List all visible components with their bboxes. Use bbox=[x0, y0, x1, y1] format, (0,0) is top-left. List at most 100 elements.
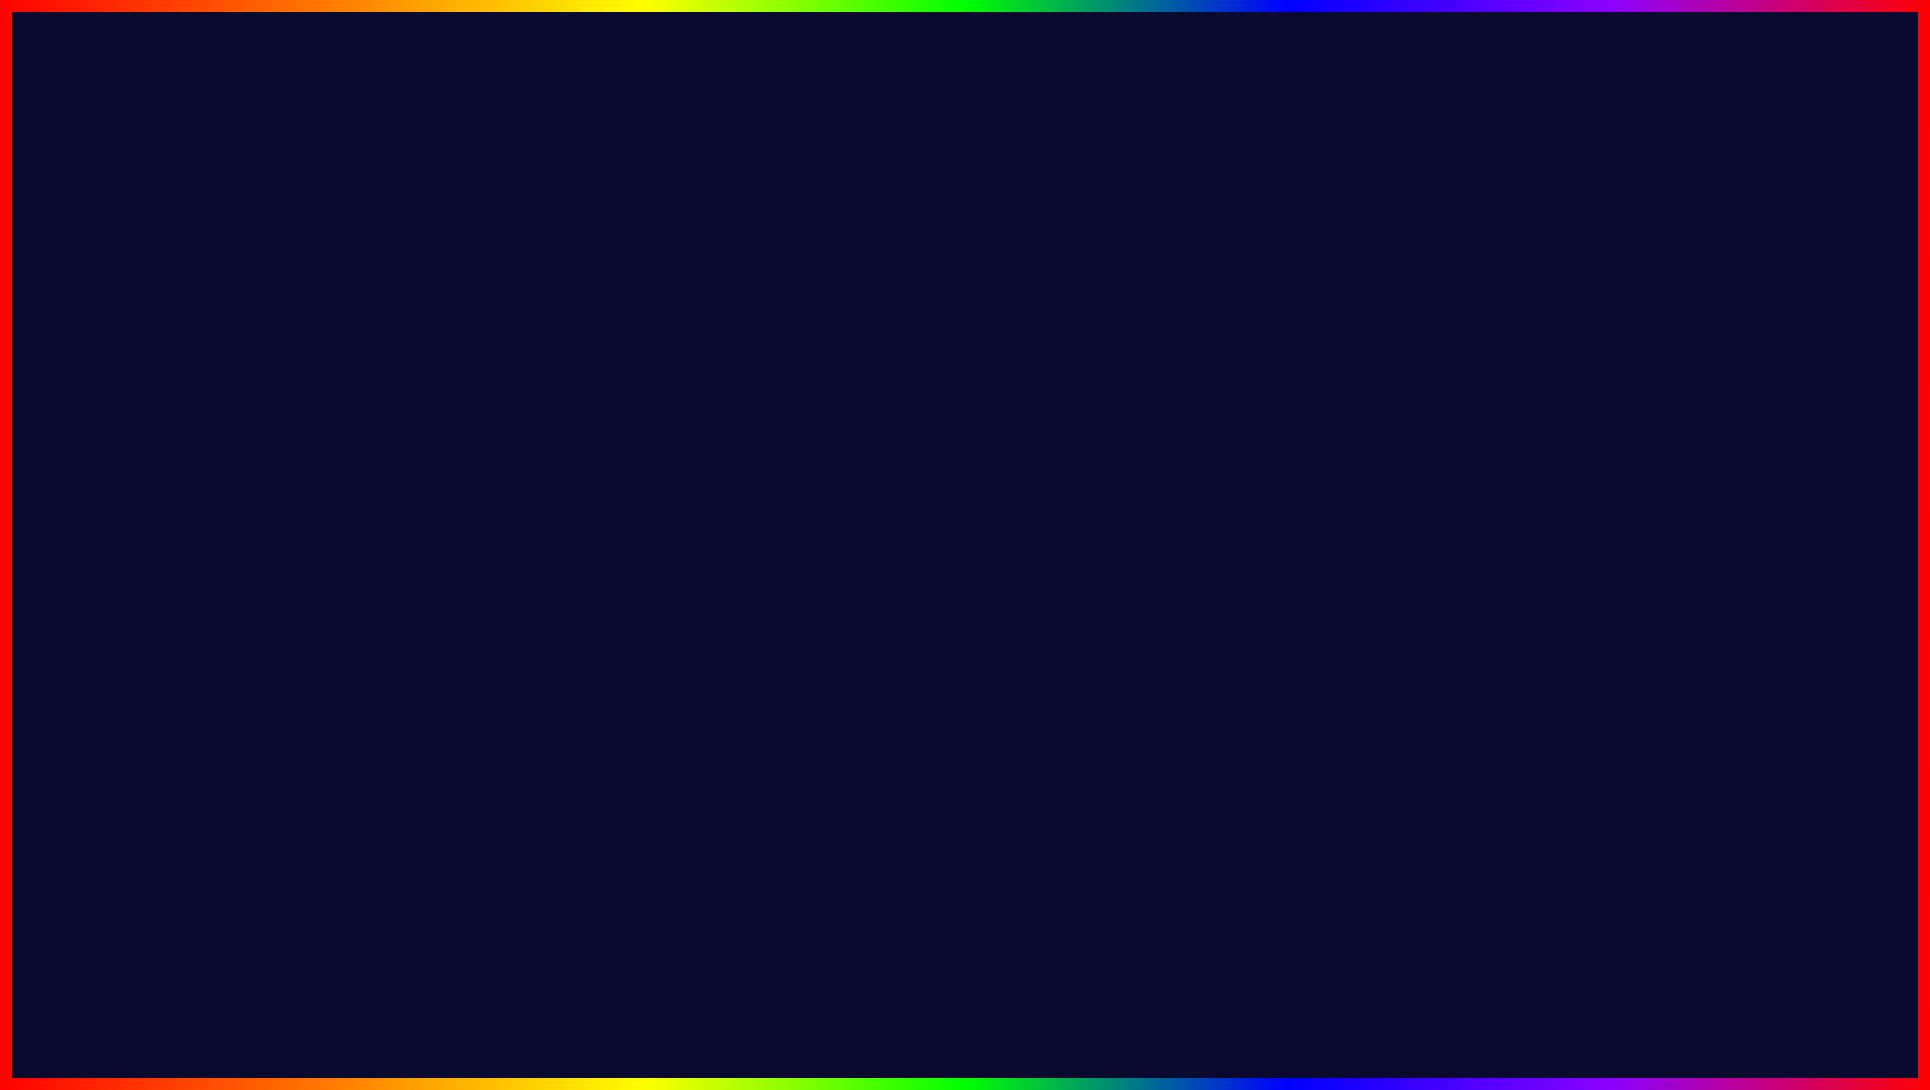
material-count-left-bottom: x1 bbox=[245, 601, 259, 616]
health-bar-label: 4000 Health bbox=[600, 322, 665, 336]
main-container: BLOX FRUITS Material x19 bbox=[0, 0, 1930, 1090]
nav-sea-event-front[interactable]: 📈 Sea Event bbox=[612, 582, 741, 613]
leviathan-heart-type-row: Material x1 bbox=[1671, 591, 1864, 606]
race-v4-icon-back: ★ bbox=[464, 543, 480, 557]
nav-item-label-front: Item bbox=[648, 528, 673, 543]
nav-sky-label-back: Sky bbox=[488, 573, 510, 588]
material-label-left-bottom: Material bbox=[66, 601, 112, 616]
electric-claw-card: Material x19 bbox=[55, 300, 270, 565]
health-bar-section: 4000 Health bbox=[592, 319, 998, 343]
speed-bar-section: 250 Speed bbox=[752, 579, 1158, 601]
window-titlebar-front: Hirimi Hub — ✕ bbox=[612, 382, 1168, 419]
platform-labels: MOBILE ✔ ANDROID ✔ bbox=[280, 590, 639, 726]
nav-teleport-label-back: Teleport bbox=[488, 449, 534, 464]
set-speed-label: Set Speed bbox=[752, 554, 1158, 575]
race-v4-icon-front: ★ bbox=[624, 653, 640, 667]
nav-race-v4-back[interactable]: ★ Race V4 bbox=[452, 534, 581, 565]
window-main-front: Select Boat PirateGrandBrigade ▲ Select … bbox=[742, 419, 1168, 714]
quest-sea-event-checkbox[interactable]: ✓ bbox=[1136, 501, 1154, 519]
setting-icon-front: ⚙ bbox=[624, 498, 640, 512]
nav-main-label-front: Main bbox=[648, 466, 676, 481]
change-speed-boat-label: Change Speed Boat bbox=[756, 619, 879, 634]
nav-setting-back[interactable]: ⚙ Setting bbox=[452, 379, 581, 410]
leviathan-heart-name: Leviathan Heart bbox=[1707, 771, 1827, 789]
close-btn-back[interactable]: ✕ bbox=[972, 280, 996, 301]
select-zone-label: Select Zone bbox=[756, 469, 829, 484]
nav-item-front[interactable]: ◉ Item bbox=[612, 520, 741, 551]
select-zone-value: Zone 4 bbox=[1101, 470, 1138, 484]
nav-set-position-front[interactable]: ✦ Set Position bbox=[612, 613, 741, 644]
select-boat-label: Select Boat bbox=[756, 437, 827, 452]
nav-sea-event-label-front: Sea Event bbox=[648, 590, 710, 605]
logo-icon bbox=[1692, 866, 1880, 941]
nav-developer-front[interactable]: ⚑ Developer bbox=[612, 427, 741, 458]
material-count-left-top: x19 bbox=[238, 311, 259, 326]
monster-magnet-image bbox=[1693, 321, 1843, 486]
nav-developer-label-back: Developer bbox=[488, 325, 547, 340]
nav-race-v4-front[interactable]: ★ Race V4 bbox=[612, 644, 741, 675]
blox-fruits-logo: BLOX FRUITS bbox=[1692, 866, 1880, 1050]
nav-item-back[interactable]: ◉ Item bbox=[452, 410, 581, 441]
pastebin-text: PASTEBIN bbox=[955, 998, 1314, 1070]
sky-icon-back: ☁ bbox=[464, 574, 480, 588]
set-position-icon-front: ✦ bbox=[624, 622, 640, 636]
sidebar-back: ⚑ Developer ◇ Main ⚙ Setting ◉ Item ◎ bbox=[452, 309, 582, 604]
developer-icon-front: ⚑ bbox=[624, 436, 640, 450]
change-speed-boat-row: Change Speed Boat bbox=[752, 609, 1158, 644]
select-boat-arrow: ▲ bbox=[1142, 438, 1154, 452]
ice-water-bg bbox=[100, 690, 1830, 940]
low-health-tween-checkbox[interactable]: ✓ bbox=[976, 361, 994, 379]
teleport-icon-front: ◎ bbox=[624, 560, 640, 574]
sidebar-front: ⚑ Developer ◇ Main ⚙ Setting ◉ Item ◎ bbox=[612, 419, 742, 714]
minimize-btn-back[interactable]: — bbox=[938, 280, 964, 301]
nav-teleport-label-front: Teleport bbox=[648, 559, 694, 574]
nav-developer-label-front: Developer bbox=[648, 435, 707, 450]
nav-main-front[interactable]: ◇ Main bbox=[612, 458, 741, 489]
card-type-row: Material x19 bbox=[66, 311, 259, 326]
set-position-icon-back: ✦ bbox=[464, 512, 480, 526]
change-speed-boat-checkbox[interactable] bbox=[1136, 617, 1154, 635]
nav-setting-label-back: Setting bbox=[488, 387, 528, 402]
title-section: BLOX FRUITS bbox=[0, 20, 1930, 183]
main-icon-front: ◇ bbox=[624, 467, 640, 481]
select-zone-control[interactable]: Zone 4 ▲ bbox=[1101, 470, 1154, 484]
select-zone-row: Select Zone Zone 4 ▲ bbox=[752, 461, 1158, 493]
nav-main-back[interactable]: ◇ Main bbox=[452, 348, 581, 379]
teleport-icon-back: ◎ bbox=[464, 450, 480, 464]
minimize-btn-front[interactable]: — bbox=[1098, 390, 1124, 411]
nav-sky-label-front: Sky bbox=[648, 683, 670, 698]
nav-teleport-front[interactable]: ◎ Teleport bbox=[612, 551, 741, 582]
nav-setting-front[interactable]: ⚙ Setting bbox=[612, 489, 741, 520]
nav-race-v4-label-back: Race V4 bbox=[488, 542, 538, 557]
nav-set-position-label-front: Set Position bbox=[648, 621, 717, 636]
material-label-left-top: Material bbox=[66, 311, 112, 326]
quest-sea-event-label: Quest Sea Event bbox=[756, 503, 859, 518]
developer-icon-back: ⚑ bbox=[464, 326, 480, 340]
select-boat-row: Select Boat PirateGrandBrigade ▲ bbox=[752, 429, 1158, 461]
logo-ox: OX bbox=[1783, 943, 1858, 1001]
close-btn-front[interactable]: ✕ bbox=[1132, 390, 1156, 411]
nav-sea-event-back[interactable]: 📈 Sea Event bbox=[452, 472, 581, 503]
nav-sky-back[interactable]: ☁ Sky bbox=[452, 565, 581, 596]
page-title: BLOX FRUITS bbox=[0, 20, 1930, 183]
low-health-tween-label: Low Health Y Tween bbox=[596, 363, 720, 378]
material-label-right-top: Material bbox=[1671, 306, 1717, 321]
setting-icon-back: ⚙ bbox=[464, 388, 480, 402]
nav-item-label-back: Item bbox=[488, 418, 513, 433]
nav-developer-back[interactable]: ⚑ Developer bbox=[452, 317, 581, 348]
item-icon-front: ◉ bbox=[624, 529, 640, 543]
change-speed-boat-divider: Change Speed Boat bbox=[752, 528, 1158, 554]
nav-sky-front[interactable]: ☁ Sky bbox=[612, 675, 741, 706]
nav-main-label-back: Main bbox=[488, 356, 516, 371]
select-boat-control[interactable]: PirateGrandBrigade ▲ bbox=[1032, 438, 1154, 452]
item-icon-back: ◉ bbox=[464, 419, 480, 433]
material-label-right-bottom: Material bbox=[1671, 591, 1717, 606]
main-icon-back: ◇ bbox=[464, 357, 480, 371]
nav-teleport-back[interactable]: ◎ Teleport bbox=[452, 441, 581, 472]
speed-bar-label: 250 Speed bbox=[760, 582, 813, 594]
bottom-text-section: SEA EVENT SCRIPT PASTEBIN bbox=[50, 970, 1314, 1075]
nav-set-position-back[interactable]: ✦ Set Position bbox=[452, 503, 581, 534]
logo-text: BLOX bbox=[1692, 946, 1880, 998]
select-zone-arrow: ▲ bbox=[1142, 470, 1154, 484]
material-count-right-bottom: x1 bbox=[1850, 591, 1864, 606]
